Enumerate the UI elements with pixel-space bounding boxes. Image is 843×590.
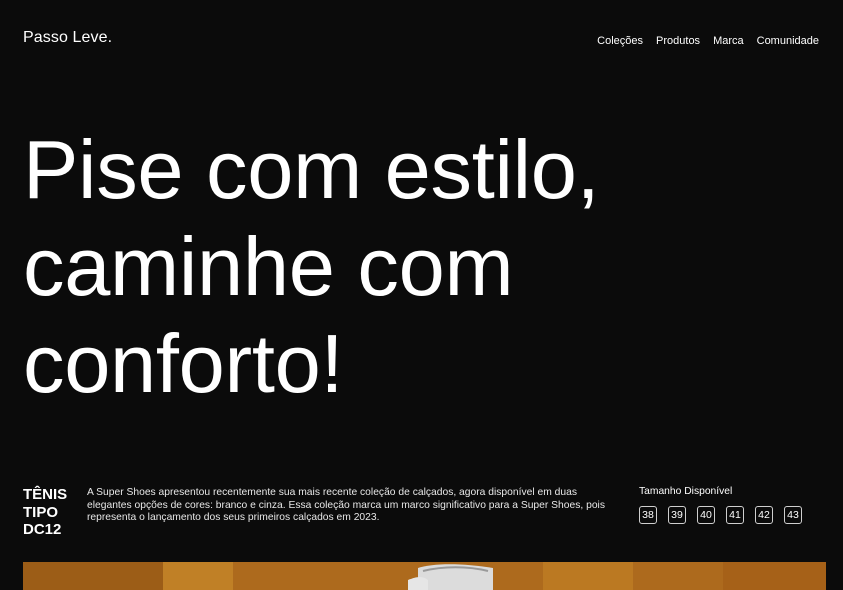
product-image — [23, 562, 826, 590]
nav-item-marca[interactable]: Marca — [713, 35, 744, 47]
product-name-line: TÊNIS — [23, 486, 68, 503]
size-option-39[interactable]: 39 — [668, 506, 686, 524]
size-list: 38 39 40 41 42 43 — [639, 506, 802, 524]
size-option-43[interactable]: 43 — [784, 506, 802, 524]
sizes-label: Tamanho Disponível — [639, 486, 733, 497]
main-nav: Coleções Produtos Marca Comunidade — [597, 35, 819, 47]
size-option-38[interactable]: 38 — [639, 506, 657, 524]
nav-item-produtos[interactable]: Produtos — [656, 35, 700, 47]
size-option-40[interactable]: 40 — [697, 506, 715, 524]
sneaker-photo — [23, 562, 826, 590]
landing-page: Passo Leve. Coleções Produtos Marca Comu… — [0, 0, 843, 590]
product-description: A Super Shoes apresentou recentemente su… — [87, 487, 605, 524]
size-selector: Tamanho Disponível 38 39 40 41 42 43 — [639, 486, 802, 524]
product-name-line: TIPO — [23, 503, 59, 521]
size-option-42[interactable]: 42 — [755, 506, 773, 524]
hero-line: caminhe com — [23, 220, 514, 313]
nav-item-comunidade[interactable]: Comunidade — [757, 35, 819, 47]
hero-line: conforto! — [23, 317, 344, 410]
hero-headline: Pise com estilo, caminhe com conforto! — [23, 121, 600, 412]
size-option-41[interactable]: 41 — [726, 506, 744, 524]
brand-logo[interactable]: Passo Leve. — [23, 29, 112, 47]
product-name-line: DC12 — [23, 521, 62, 538]
nav-item-colecoes[interactable]: Coleções — [597, 35, 643, 47]
product-name: TÊNIS TIPO DC12 — [23, 486, 83, 539]
hero-line: Pise com estilo, — [23, 123, 600, 216]
